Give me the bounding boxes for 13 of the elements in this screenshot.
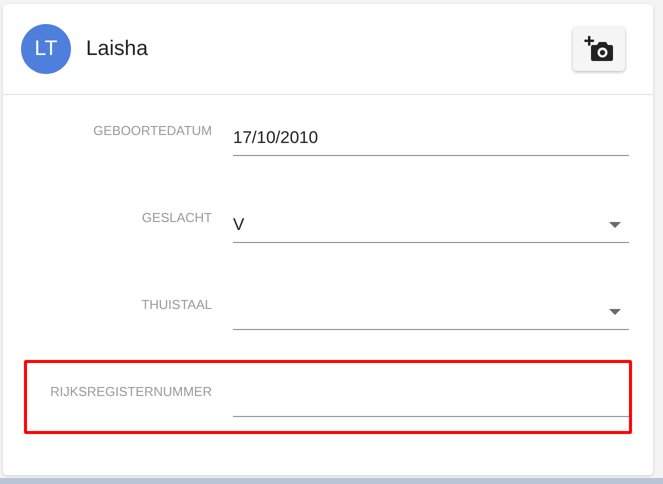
add-photo-icon xyxy=(584,35,614,63)
field-label: GEBOORTEDATUM xyxy=(93,122,212,140)
field-label: GESLACHT xyxy=(142,208,212,226)
add-photo-button[interactable] xyxy=(573,27,625,71)
dropdown-caret-icon xyxy=(609,308,621,314)
text-field[interactable]: 17/10/2010 xyxy=(233,120,629,156)
field-label: THUISTAAL xyxy=(141,296,212,314)
dropdown-caret-icon xyxy=(609,222,621,228)
field-label: RIJKSREGISTERNUMMER xyxy=(50,382,212,400)
select-field[interactable]: V xyxy=(233,207,629,243)
select-value: V xyxy=(233,214,244,236)
profile-name: Laisha xyxy=(86,36,148,62)
avatar: LT xyxy=(21,24,71,74)
